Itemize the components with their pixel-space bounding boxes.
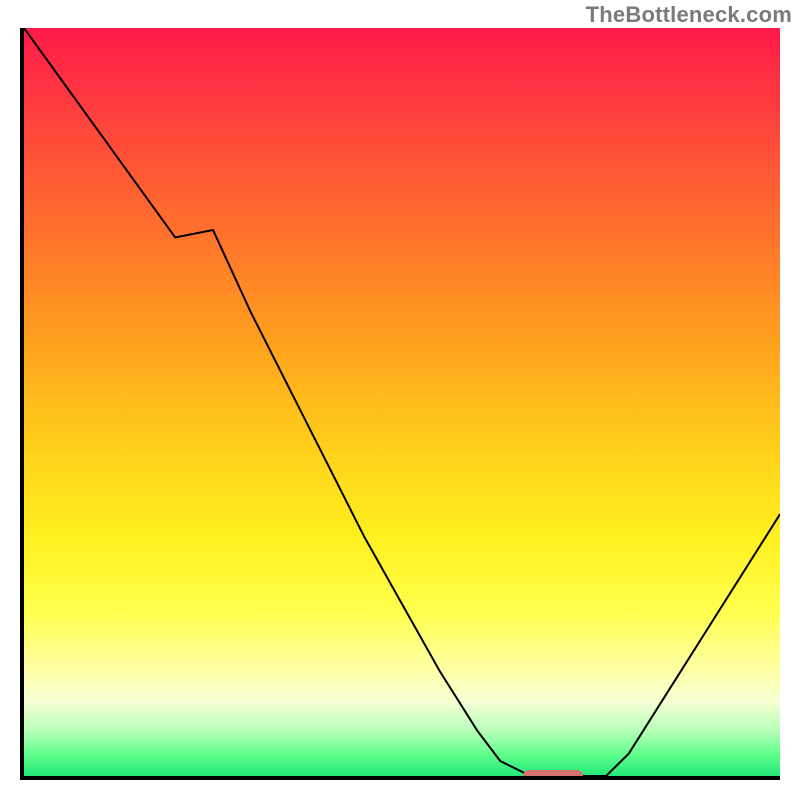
optimal-range-marker	[523, 770, 583, 780]
watermark-text: TheBottleneck.com	[586, 2, 792, 28]
bottleneck-curve	[24, 28, 780, 776]
chart-plot-area	[20, 28, 780, 780]
